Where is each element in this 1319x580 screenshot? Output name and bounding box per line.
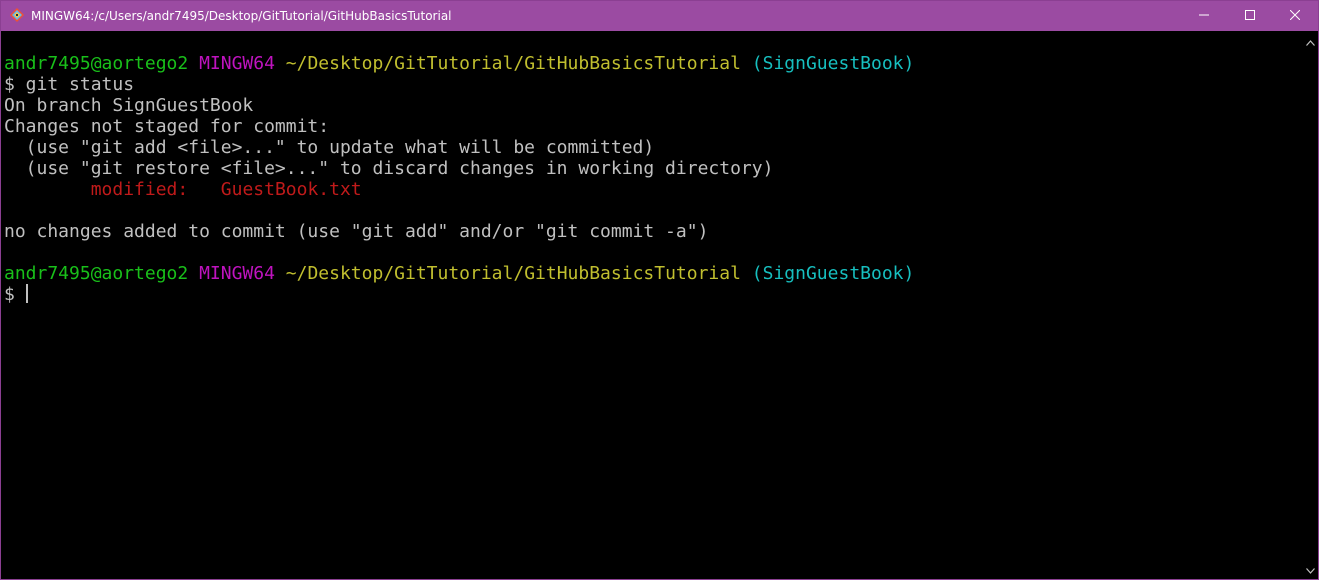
prompt-branch: (SignGuestBook) [751,263,915,284]
prompt-line: andr7495@aortego2 MINGW64 ~/Desktop/GitT… [4,263,914,284]
terminal-window: MINGW64:/c/Users/andr7495/Desktop/GitTut… [0,0,1319,580]
scroll-down-arrow-icon [1306,561,1315,579]
prompt-system: MINGW64 [199,263,275,284]
scroll-up-arrow-icon [1306,33,1315,51]
prompt-user: andr7495@aortego2 [4,263,189,284]
title-bar[interactable]: MINGW64:/c/Users/andr7495/Desktop/GitTut… [1,1,1318,31]
output-line: (use "git restore <file>..." to discard … [4,158,774,179]
vertical-scrollbar[interactable] [1303,31,1318,579]
minimize-button[interactable] [1181,1,1227,31]
input-prompt: $ [4,284,26,305]
summary-line: no changes added to commit (use "git add… [4,221,709,242]
modified-filename: GuestBook.txt [220,179,362,200]
input-line[interactable]: $ [4,284,28,305]
maximize-icon [1245,7,1255,25]
prompt-branch: (SignGuestBook) [751,53,915,74]
close-icon [1289,7,1301,25]
prompt-user: andr7495@aortego2 [4,53,189,74]
modified-label: modified: [90,179,189,200]
output-line: On branch SignGuestBook [4,95,254,116]
minimize-icon [1199,7,1209,25]
close-button[interactable] [1272,1,1318,31]
scroll-up-button[interactable] [1303,35,1318,49]
output-line: (use "git add <file>..." to update what … [4,137,655,158]
git-bash-icon[interactable] [10,8,24,22]
output-line: Changes not staged for commit: [4,116,330,137]
scroll-down-button[interactable] [1303,563,1318,577]
window-title: MINGW64:/c/Users/andr7495/Desktop/GitTut… [31,9,452,23]
terminal-output[interactable]: andr7495@aortego2 MINGW64 ~/Desktop/GitT… [2,31,1303,579]
prompt-system: MINGW64 [199,53,275,74]
prompt-line: andr7495@aortego2 MINGW64 ~/Desktop/GitT… [4,53,914,74]
prompt-path: ~/Desktop/GitTutorial/GitHubBasicsTutori… [285,53,741,74]
prompt-path: ~/Desktop/GitTutorial/GitHubBasicsTutori… [285,263,741,284]
modified-file-line: modified: GuestBook.txt [4,179,362,200]
command-line: $ git status [4,74,135,95]
text-cursor [25,284,28,303]
maximize-button[interactable] [1227,1,1273,31]
